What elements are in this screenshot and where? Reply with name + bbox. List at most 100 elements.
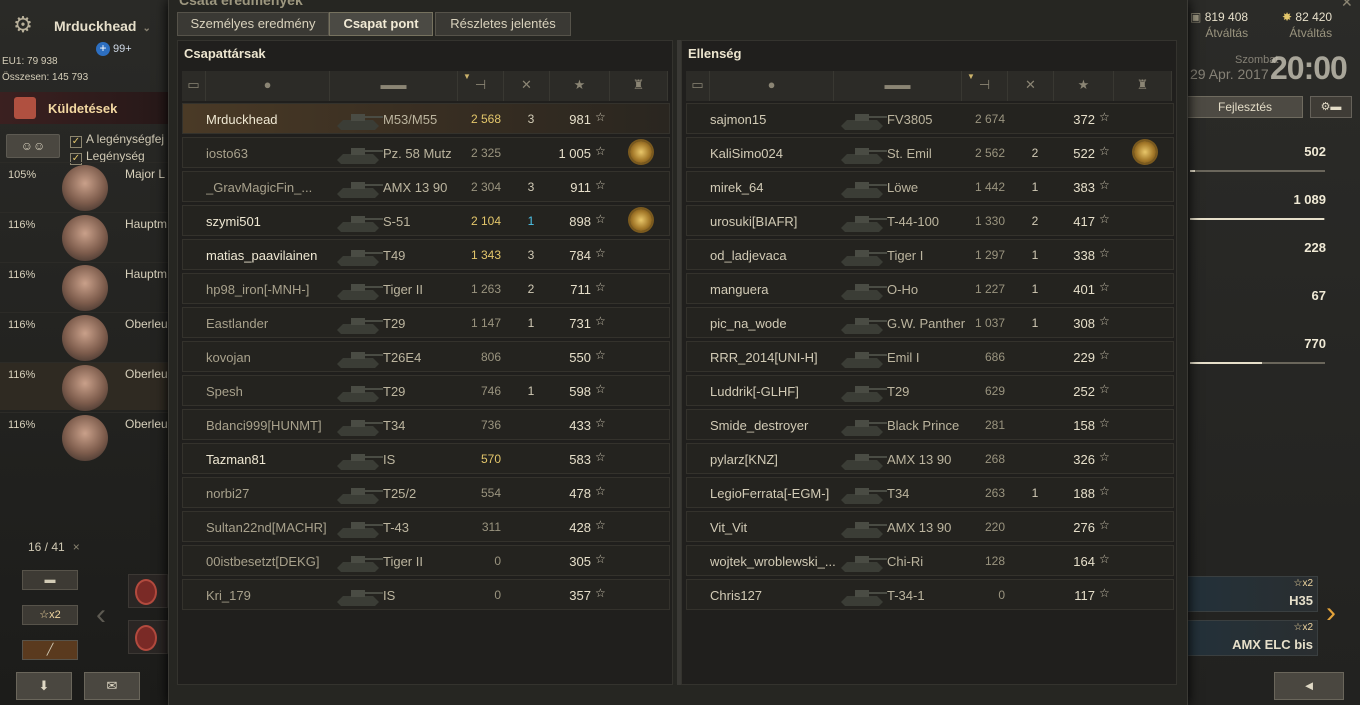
medal-icon[interactable] (630, 209, 652, 231)
col-medal-icon[interactable]: ♜ (1114, 71, 1172, 101)
player-row[interactable]: Kri_179 IS 0 357 ☆ (182, 579, 670, 610)
player-menu[interactable]: Mrduckhead ⌄ (54, 18, 151, 34)
medal-icon[interactable] (630, 141, 652, 163)
player-row[interactable]: urosuki[BIAFR] T-44-100 1 330 2 417 ☆ (686, 205, 1174, 236)
damage-value: 2 104 (470, 214, 501, 228)
premium-badge[interactable]: +99+ (96, 42, 132, 56)
damage-value: 281 (984, 418, 1005, 432)
tab-team[interactable]: Csapat pont (329, 12, 433, 36)
kills-value: 1 (1031, 248, 1039, 262)
col-xp-icon[interactable]: ★ (550, 71, 610, 101)
col-kills-icon[interactable]: ✕ (504, 71, 550, 101)
player-row[interactable]: LegioFerrata[-EGM-] T34 263 1 188 ☆ (686, 477, 1174, 508)
tab-personal[interactable]: Személyes eredmény (177, 12, 329, 36)
xp-value: 188 (1073, 486, 1095, 501)
player-row[interactable]: pylarz[KNZ] AMX 13 90 268 326 ☆ (686, 443, 1174, 474)
col-squad-icon[interactable]: ▭ (182, 71, 206, 101)
carousel-slot[interactable] (128, 574, 168, 608)
player-row[interactable]: KaliSimo024 St. Emil 2 562 2 522 ☆ (686, 137, 1174, 168)
crew-member[interactable]: 105% Major L (0, 162, 170, 211)
player-row[interactable]: Mrduckhead M53/M55 2 568 3 981 ☆ (182, 103, 670, 134)
crew-member[interactable]: 116% Oberleu (0, 412, 170, 461)
chat-button[interactable]: ✉ (84, 672, 140, 700)
horn-icon: ◄ (1302, 678, 1316, 693)
col-player-icon[interactable]: ● (206, 71, 330, 101)
player-row[interactable]: Sultan22nd[MACHR] T-43 311 428 ☆ (182, 511, 670, 542)
player-row[interactable]: pic_na_wode G.W. Panther 1 037 1 308 ☆ (686, 307, 1174, 338)
player-row[interactable]: Smide_destroyer Black Prince 281 158 ☆ (686, 409, 1174, 440)
player-row[interactable]: szymi501 S-51 2 104 1 898 ☆ (182, 205, 670, 236)
tank-icon (841, 454, 887, 470)
player-row[interactable]: iosto63 Pz. 58 Mutz 2 325 1 005 ☆ (182, 137, 670, 168)
player-row[interactable]: norbi27 T25/2 554 478 ☆ (182, 477, 670, 508)
xp-value: 326 (1073, 452, 1095, 467)
tank-name: T-44-100 (887, 214, 940, 229)
carousel-tank[interactable]: ☆x2 AMX ELC bis (1186, 620, 1318, 656)
checkbox-crew-1[interactable]: ✓ A legénységfej (70, 132, 164, 148)
gear-icon[interactable]: ⚙ (8, 10, 38, 40)
crew-member[interactable]: 116% Oberleu (0, 362, 170, 411)
tank-icon (337, 454, 383, 470)
gold-display[interactable]: ✸ 82 420 Átváltás (1282, 10, 1332, 40)
player-row[interactable]: Spesh T29 746 1 598 ☆ (182, 375, 670, 406)
tank-name: T26E4 (383, 350, 422, 365)
carousel-prev-icon[interactable]: ‹ (96, 598, 106, 632)
xp-value: 164 (1073, 554, 1095, 569)
col-player-icon[interactable]: ● (710, 71, 834, 101)
x2-filter-button[interactable]: ☆x2 (22, 605, 78, 625)
col-tank-icon[interactable]: ▬▬ (330, 71, 458, 101)
player-name: LegioFerrata[-EGM-] (710, 486, 830, 501)
player-row[interactable]: wojtek_wroblewski_... Chi-Ri 128 164 ☆ (686, 545, 1174, 576)
close-icon[interactable]: ✕ (1341, 0, 1353, 11)
player-row[interactable]: _GravMagicFin_... AMX 13 90 2 304 3 911 ☆ (182, 171, 670, 202)
stripe-icon: ╱ (46, 644, 54, 656)
player-name: Kri_179 (206, 588, 251, 603)
camo-filter-button[interactable]: ╱ (22, 640, 78, 660)
player-row[interactable]: mirek_64 Löwe 1 442 1 383 ☆ (686, 171, 1174, 202)
crew-member[interactable]: 116% Oberleu (0, 312, 170, 361)
crew-button[interactable]: ☺☺ (6, 134, 60, 158)
player-row[interactable]: 00istbesetzt[DEKG] Tiger II 0 305 ☆ (182, 545, 670, 576)
player-row[interactable]: Luddrik[-GLHF] T29 629 252 ☆ (686, 375, 1174, 406)
medal-icon[interactable] (1134, 141, 1156, 163)
player-row[interactable]: sajmon15 FV3805 2 674 372 ☆ (686, 103, 1174, 134)
crew-member[interactable]: 116% Hauptm (0, 212, 170, 261)
col-xp-icon[interactable]: ★ (1054, 71, 1114, 101)
tank-filter-button[interactable]: ▬ (22, 570, 78, 590)
modules-button[interactable]: ⚙▬ (1310, 96, 1352, 118)
col-medal-icon[interactable]: ♜ (610, 71, 668, 101)
player-row[interactable]: kovojan T26E4 806 550 ☆ (182, 341, 670, 372)
crew-portrait (62, 165, 108, 211)
carousel-tank[interactable]: ☆x2 H35 (1186, 576, 1318, 612)
player-row[interactable]: RRR_2014[UNI-H] Emil I 686 229 ☆ (686, 341, 1174, 372)
col-kills-icon[interactable]: ✕ (1008, 71, 1054, 101)
close-icon[interactable]: × (73, 540, 80, 554)
player-row[interactable]: Tazman81 IS 570 583 ☆ (182, 443, 670, 474)
xp-value: 117 (1074, 588, 1095, 603)
star-icon: ☆ (1099, 416, 1110, 430)
col-tank-icon[interactable]: ▬▬ (834, 71, 962, 101)
col-squad-icon[interactable]: ▭ (686, 71, 710, 101)
service-button[interactable]: ◄ (1274, 672, 1344, 700)
player-row[interactable]: matias_paavilainen T49 1 343 3 784 ☆ (182, 239, 670, 270)
star-icon: ☆ (1099, 586, 1110, 600)
xp-value: 252 (1073, 384, 1095, 399)
tank-stat: 502 (1304, 144, 1326, 159)
tab-detailed[interactable]: Részletes jelentés (435, 12, 571, 36)
player-row[interactable]: od_ladjevaca Tiger I 1 297 1 338 ☆ (686, 239, 1174, 270)
missions-button[interactable]: Küldetések (0, 92, 170, 124)
xp-value: 229 (1073, 350, 1095, 365)
credits-display[interactable]: ▣ 819 408 Átváltás (1190, 10, 1248, 40)
player-row[interactable]: Chris127 T-34-1 0 117 ☆ (686, 579, 1174, 610)
player-row[interactable]: hp98_iron[-MNH-] Tiger II 1 263 2 711 ☆ (182, 273, 670, 304)
player-row[interactable]: Vit_Vit AMX 13 90 220 276 ☆ (686, 511, 1174, 542)
carousel-slot[interactable] (128, 620, 168, 654)
crew-member[interactable]: 116% Hauptm (0, 262, 170, 311)
player-row[interactable]: Bdanci999[HUNMT] T34 736 433 ☆ (182, 409, 670, 440)
upgrade-button[interactable]: Fejlesztés (1187, 96, 1303, 118)
profile-button[interactable]: ⬇ (16, 672, 72, 700)
carousel-next-icon[interactable]: › (1326, 596, 1336, 630)
chevron-down-icon: ⌄ (142, 23, 151, 34)
player-row[interactable]: manguera O-Ho 1 227 1 401 ☆ (686, 273, 1174, 304)
player-row[interactable]: Eastlander T29 1 147 1 731 ☆ (182, 307, 670, 338)
